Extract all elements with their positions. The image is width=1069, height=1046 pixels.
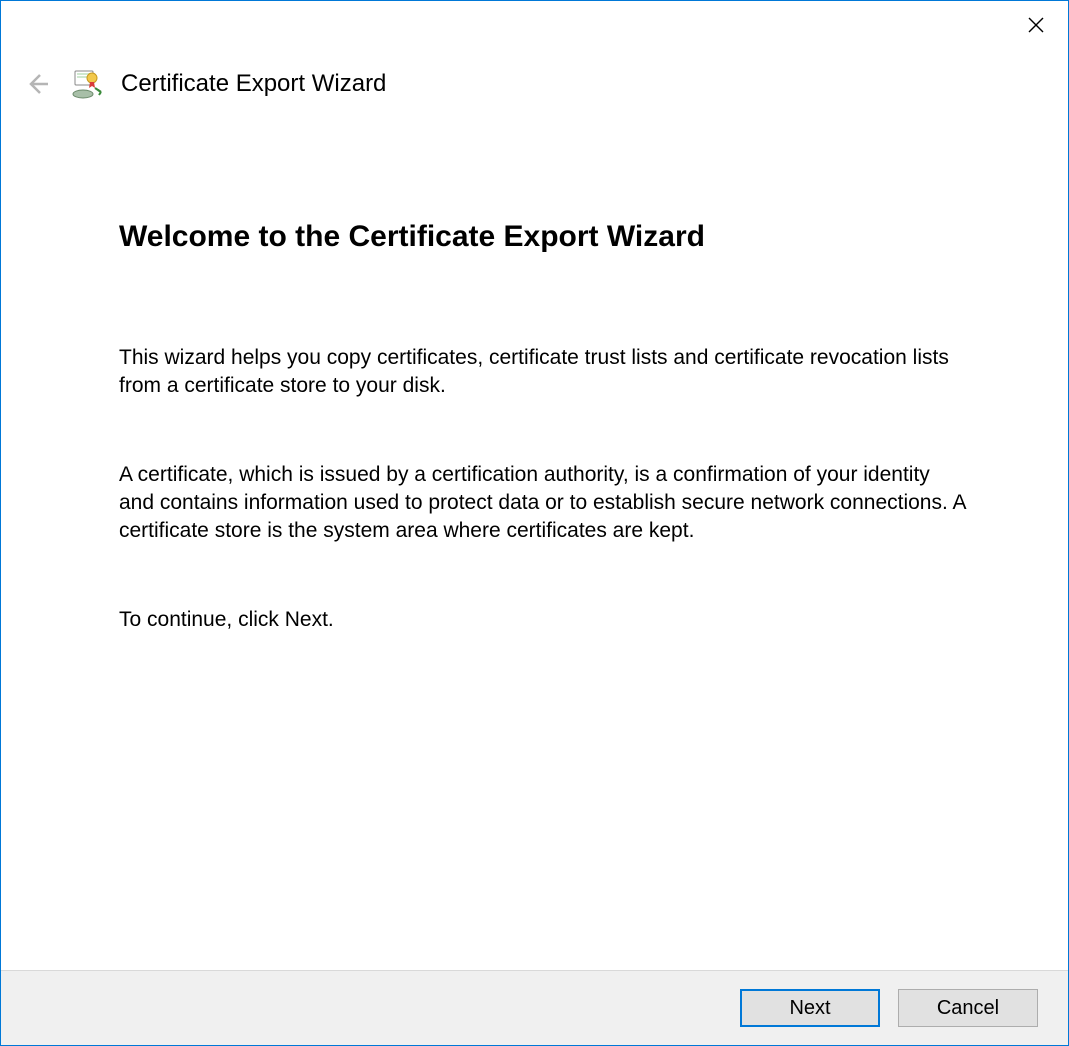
content-area: Welcome to the Certificate Export Wizard… [1, 100, 1068, 970]
footer-button-bar: Next Cancel [1, 970, 1068, 1045]
intro-paragraph-2: A certificate, which is issued by a cert… [119, 461, 968, 546]
back-button[interactable] [21, 68, 53, 100]
wizard-title: Certificate Export Wizard [121, 70, 386, 98]
certificate-export-icon [71, 68, 103, 100]
close-button[interactable] [1016, 9, 1056, 41]
header-row: Certificate Export Wizard [1, 46, 1068, 100]
intro-paragraph-3: To continue, click Next. [119, 606, 968, 634]
intro-paragraph-1: This wizard helps you copy certificates,… [119, 344, 968, 401]
close-icon [1028, 17, 1044, 33]
cancel-button[interactable]: Cancel [898, 989, 1038, 1027]
page-heading: Welcome to the Certificate Export Wizard [119, 220, 968, 254]
next-button[interactable]: Next [740, 989, 880, 1027]
back-arrow-icon [24, 71, 50, 97]
titlebar [1, 1, 1068, 46]
wizard-window: Certificate Export Wizard Welcome to the… [0, 0, 1069, 1046]
